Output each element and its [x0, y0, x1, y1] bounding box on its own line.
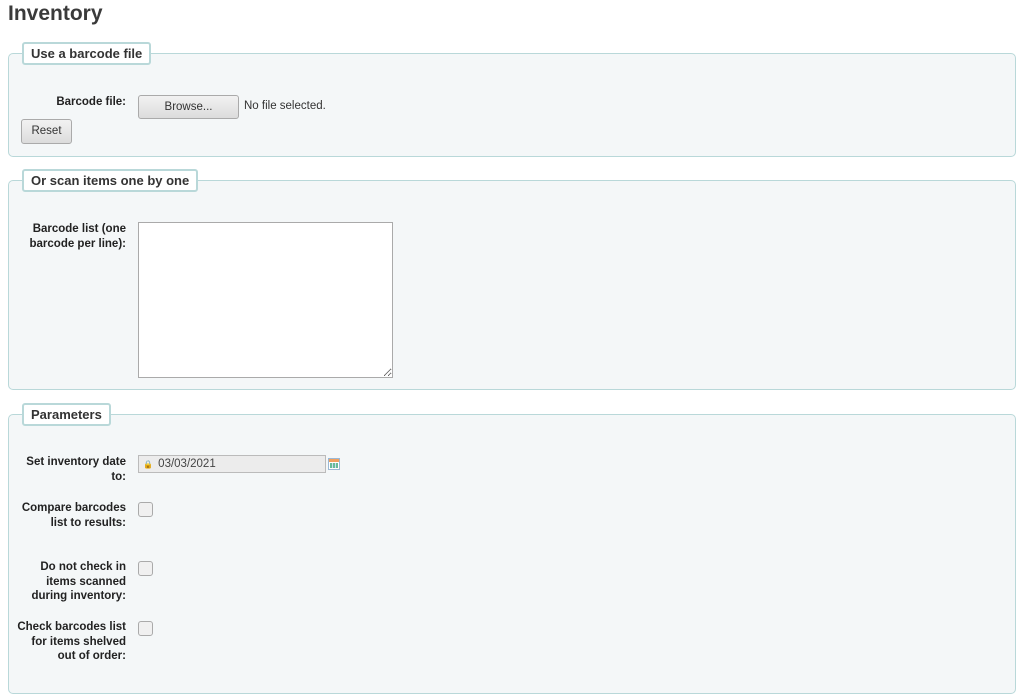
barcode-file-label: Barcode file:: [56, 96, 126, 108]
shelved-out-of-order-label: Check barcodes list for items shelved ou…: [17, 621, 126, 662]
parameters-fieldset: Parameters Set inventory date to: 🔒 03/0…: [8, 403, 1016, 694]
no-checkin-checkbox[interactable]: [138, 561, 153, 576]
lock-icon: 🔒: [143, 460, 153, 469]
barcode-list-textarea[interactable]: [138, 222, 393, 378]
file-status-text: No file selected.: [244, 100, 326, 112]
inventory-date-value: 03/03/2021: [158, 458, 216, 470]
no-checkin-label: Do not check in items scanned during inv…: [31, 561, 126, 602]
calendar-icon[interactable]: [328, 458, 340, 470]
page-title: Inventory: [8, 2, 103, 25]
compare-barcodes-label: Compare barcodes list to results:: [21, 502, 126, 529]
shelved-out-of-order-checkbox[interactable]: [138, 621, 153, 636]
barcode-list-label: Barcode list (one barcode per line):: [29, 223, 127, 250]
barcode-file-legend: Use a barcode file: [22, 42, 152, 65]
scan-items-legend: Or scan items one by one: [22, 169, 199, 192]
browse-button[interactable]: Browse...: [138, 95, 239, 119]
scan-items-fieldset: Or scan items one by one Barcode list (o…: [8, 169, 1016, 390]
barcode-file-fieldset: Use a barcode file Barcode file: Browse.…: [8, 42, 1016, 157]
inventory-date-label: Set inventory date to:: [26, 456, 126, 483]
compare-barcodes-checkbox[interactable]: [138, 502, 153, 517]
inventory-date-input[interactable]: 🔒 03/03/2021: [138, 455, 326, 473]
parameters-legend: Parameters: [22, 403, 111, 426]
reset-button[interactable]: Reset: [21, 119, 72, 144]
